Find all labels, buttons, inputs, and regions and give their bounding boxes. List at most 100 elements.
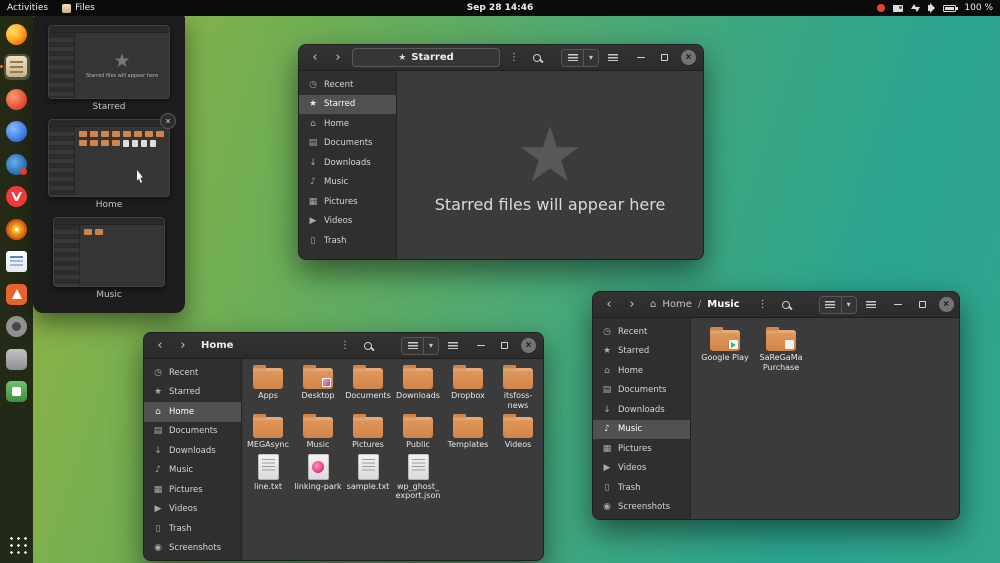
file-line-txt[interactable]: line.txt [243,453,293,501]
dock-item-files[interactable] [4,54,30,80]
close-thumbnail-button[interactable]: × [160,113,176,129]
breadcrumb-home[interactable]: Home [662,299,692,310]
sidebar-item-documents[interactable]: ▤Documents [144,422,241,442]
location-menu-button[interactable]: ⋮ [754,296,772,314]
hamburger-menu-button[interactable] [604,49,622,67]
minimize-button[interactable] [891,297,906,312]
dock-item-vivaldi[interactable] [4,184,30,210]
view-mode-button[interactable] [820,297,841,313]
dock-item-music-app[interactable] [4,216,30,242]
forward-button[interactable]: › [329,49,347,67]
sidebar-item-home[interactable]: ⌂Home [299,114,396,134]
window-thumbnail-home[interactable]: × Home [48,119,170,210]
folder-itsfoss-news[interactable]: itsfoss-news [493,364,543,410]
location-menu-button[interactable]: ⋮ [505,49,523,67]
sidebar-item-downloads[interactable]: ↓Downloads [593,400,690,420]
dock-item-blue-app[interactable] [4,119,30,145]
folder-pictures[interactable]: Pictures [343,413,393,450]
close-button[interactable]: × [939,297,954,312]
sidebar-item-downloads[interactable]: ↓Downloads [144,441,241,461]
sidebar-item-videos[interactable]: ▶Videos [144,500,241,520]
search-button[interactable] [359,337,377,355]
folder-music[interactable]: Music [293,413,343,450]
maximize-button[interactable] [657,50,672,65]
dock-item-green-app[interactable] [4,379,30,405]
folder-public[interactable]: Public [393,413,443,450]
hamburger-menu-button[interactable] [862,296,880,314]
maximize-button[interactable] [915,297,930,312]
dock-item-libreoffice-writer[interactable] [4,249,30,275]
sidebar-item-music[interactable]: ♪Music [144,461,241,481]
folder-templates[interactable]: Templates [443,413,493,450]
sidebar-item-pictures[interactable]: ▦Pictures [593,439,690,459]
sidebar-item-recent[interactable]: ◷Recent [299,75,396,95]
minimize-button[interactable] [473,338,488,353]
back-button[interactable]: ‹ [600,296,618,314]
folder-documents[interactable]: Documents [343,364,393,410]
forward-button[interactable]: › [623,296,641,314]
view-mode-button[interactable] [402,338,423,354]
forward-button[interactable]: › [174,337,192,355]
dock-item-mail-app[interactable] [4,151,30,177]
folder-megasync[interactable]: MEGAsync [243,413,293,450]
folder-saregama-purchase[interactable]: SaReGaMa Purchase [753,326,809,372]
show-applications-button[interactable] [4,531,30,557]
breadcrumb-music[interactable]: Music [707,299,739,310]
search-button[interactable] [777,296,795,314]
dock-item-archive-app[interactable] [4,346,30,372]
system-indicators[interactable]: 100 % [877,3,993,13]
sidebar-item-screenshots[interactable]: ◉Screenshots [144,539,241,559]
sidebar-item-starred[interactable]: ★Starred [593,342,690,362]
back-button[interactable]: ‹ [306,49,324,67]
sidebar-item-home[interactable]: ⌂Home [144,402,241,422]
view-options-button[interactable]: ▾ [841,297,856,313]
view-mode-button[interactable] [562,50,583,66]
hamburger-menu-button[interactable] [444,337,462,355]
dock-item-settings[interactable] [4,314,30,340]
dock-item-red-app[interactable] [4,86,30,112]
sidebar-item-documents[interactable]: ▤Documents [593,381,690,401]
minimize-button[interactable] [633,50,648,65]
sidebar-item-downloads[interactable]: ↓Downloads [299,153,396,173]
sidebar-item-videos[interactable]: ▶Videos [299,212,396,232]
folder-videos[interactable]: Videos [493,413,543,450]
sidebar-item-documents[interactable]: ▤Documents [299,134,396,154]
window-thumbnail-music[interactable]: Music [53,217,165,300]
view-options-button[interactable]: ▾ [583,50,598,66]
dock-item-software-store[interactable] [4,281,30,307]
sidebar-item-trash[interactable]: ▯Trash [299,231,396,251]
sidebar-item-screenshots[interactable]: ◉Screenshots [593,498,690,518]
search-button[interactable] [528,49,546,67]
back-button[interactable]: ‹ [151,337,169,355]
folder-dropbox[interactable]: Dropbox [443,364,493,410]
sidebar-item-recent[interactable]: ◷Recent [593,322,690,342]
sidebar-item-videos[interactable]: ▶Videos [593,459,690,479]
path-button[interactable]: Home [201,340,233,351]
sidebar-item-music[interactable]: ♪Music [593,420,690,440]
dock-item-firefox[interactable] [4,21,30,47]
activities-button[interactable]: Activities [7,3,48,13]
focused-app-menu[interactable]: Files [62,3,95,13]
close-button[interactable]: × [681,50,696,65]
close-button[interactable]: × [521,338,536,353]
path-button[interactable]: ★ Starred [352,48,500,67]
sidebar-item-home[interactable]: ⌂Home [593,361,690,381]
folder-downloads[interactable]: Downloads [393,364,443,410]
sidebar-item-pictures[interactable]: ▦Pictures [144,480,241,500]
sidebar-item-recent[interactable]: ◷Recent [144,363,241,383]
file-linking-park[interactable]: linking-park [293,453,343,501]
location-menu-button[interactable]: ⋮ [336,337,354,355]
sidebar-item-starred[interactable]: ★Starred [144,383,241,403]
window-thumbnail-starred[interactable]: ★ Starred files will appear here Starred [48,25,170,112]
file-sample-txt[interactable]: sample.txt [343,453,393,501]
file-wp-ghost-export-json[interactable]: wp_ghost_ export.json [393,453,443,501]
folder-desktop[interactable]: Desktop [293,364,343,410]
maximize-button[interactable] [497,338,512,353]
sidebar-item-trash[interactable]: ▯Trash [144,519,241,539]
sidebar-item-starred[interactable]: ★Starred [299,95,396,115]
sidebar-item-pictures[interactable]: ▦Pictures [299,192,396,212]
sidebar-item-music[interactable]: ♪Music [299,173,396,193]
folder-apps[interactable]: Apps [243,364,293,410]
folder-google-play[interactable]: Google Play [697,326,753,372]
sidebar-item-trash[interactable]: ▯Trash [593,478,690,498]
